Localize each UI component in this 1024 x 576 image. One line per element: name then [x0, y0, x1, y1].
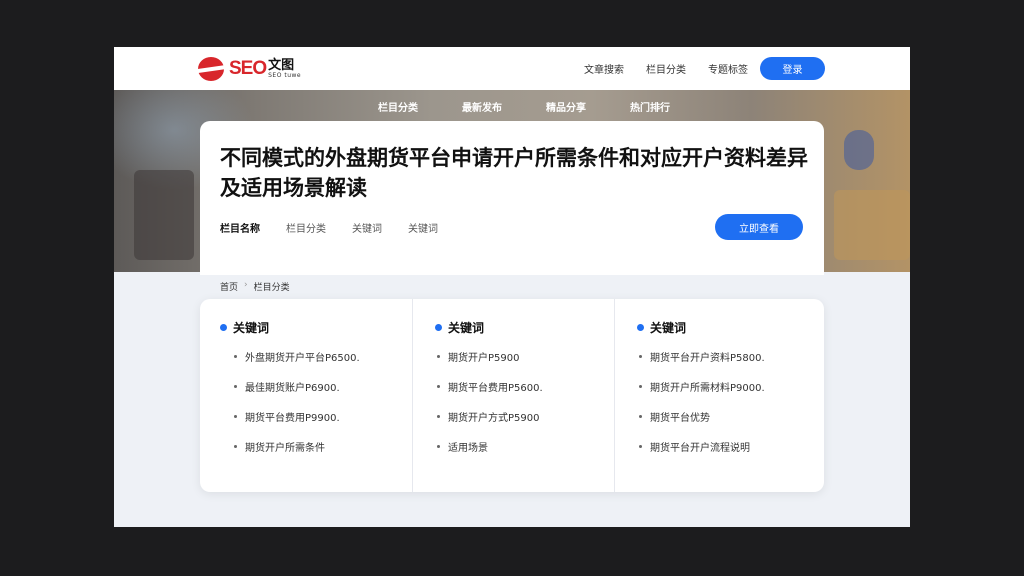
article-meta: 栏目名称 栏目分类 关键词 关键词 [220, 220, 438, 235]
list-item[interactable]: 期货平台开户流程说明 [639, 439, 765, 469]
meta-column-name[interactable]: 栏目名称 [220, 220, 260, 235]
list-item[interactable]: 适用场景 [437, 439, 543, 469]
category-tab-3[interactable]: 精品分享 [546, 99, 586, 120]
keyword-panel: 关键词 外盘期货开户平台P6500. 最佳期货账户P6900. 期货平台费用P9… [200, 299, 824, 492]
nav-link-1[interactable]: 文章搜索 [584, 61, 624, 76]
nav-link-2[interactable]: 栏目分类 [646, 61, 686, 76]
bullet-icon [437, 445, 440, 448]
article-card: 不同模式的外盘期货平台申请开户所需条件和对应开户资料差异及适用场景解读 栏目名称… [200, 121, 824, 275]
column-title: 关键词 [233, 321, 270, 335]
list-item[interactable]: 期货平台开户资料P5800. [639, 349, 765, 379]
bullet-icon [639, 385, 642, 388]
column-title: 关键词 [448, 321, 485, 335]
logo-cn-text: 文图 [268, 58, 295, 73]
column-title: 关键词 [650, 321, 687, 335]
breadcrumb: 首页 › 栏目分类 [220, 280, 290, 293]
list-item[interactable]: 期货平台优势 [639, 409, 765, 439]
bullet-icon [234, 355, 237, 358]
bullet-icon [234, 445, 237, 448]
header-cta-button[interactable]: 登录 [760, 57, 825, 80]
list-item[interactable]: 外盘期货开户平台P6500. [234, 349, 360, 379]
meta-keyword-1[interactable]: 关键词 [352, 220, 382, 235]
dot-icon [637, 324, 644, 331]
nav-link-3[interactable]: 专题标签 [708, 61, 748, 76]
keyword-column-3: 关键词 期货平台开户资料P5800. 期货开户所需材料P9000. 期货平台优势… [614, 299, 824, 492]
breadcrumb-category[interactable]: 栏目分类 [254, 280, 290, 293]
bullet-icon [234, 385, 237, 388]
keyword-column-2: 关键词 期货开户P5900 期货平台费用P5600. 期货开户方式P5900 适… [412, 299, 614, 492]
bullet-icon [639, 445, 642, 448]
list-item[interactable]: 期货开户所需条件 [234, 439, 360, 469]
list-item[interactable]: 期货平台费用P5600. [437, 379, 543, 409]
bullet-icon [639, 355, 642, 358]
browser-viewport: SEO 文图 SEO tuwe 文章搜索 栏目分类 专题标签 登录 栏目分类 最… [114, 47, 910, 527]
breadcrumb-home[interactable]: 首页 [220, 280, 238, 293]
bullet-icon [437, 355, 440, 358]
category-tab-2[interactable]: 最新发布 [462, 99, 502, 120]
logo-text: SEO [229, 58, 267, 79]
article-title: 不同模式的外盘期货平台申请开户所需条件和对应开户资料差异及适用场景解读 [220, 146, 808, 200]
bullet-icon [437, 415, 440, 418]
breadcrumb-separator: › [244, 280, 248, 290]
meta-category[interactable]: 栏目分类 [286, 220, 326, 235]
site-logo[interactable]: SEO 文图 SEO tuwe [195, 56, 302, 82]
keyword-column-1: 关键词 外盘期货开户平台P6500. 最佳期货账户P6900. 期货平台费用P9… [200, 299, 412, 492]
list-item[interactable]: 最佳期货账户P6900. [234, 379, 360, 409]
category-tab-4[interactable]: 热门排行 [630, 99, 670, 120]
site-header: SEO 文图 SEO tuwe 文章搜索 栏目分类 专题标签 登录 [114, 47, 910, 90]
logo-sub-text: SEO tuwe [268, 72, 302, 79]
bullet-icon [234, 415, 237, 418]
category-tab-1[interactable]: 栏目分类 [378, 99, 418, 120]
bullet-icon [437, 385, 440, 388]
category-nav: 栏目分类 最新发布 精品分享 热门排行 [114, 90, 910, 120]
header-nav: 文章搜索 栏目分类 专题标签 [584, 61, 748, 76]
view-now-button[interactable]: 立即查看 [715, 214, 803, 240]
dot-icon [435, 324, 442, 331]
list-item[interactable]: 期货平台费用P9900. [234, 409, 360, 439]
bullet-icon [639, 415, 642, 418]
list-item[interactable]: 期货开户P5900 [437, 349, 543, 379]
logo-icon [195, 56, 229, 82]
list-item[interactable]: 期货开户方式P5900 [437, 409, 543, 439]
dot-icon [220, 324, 227, 331]
meta-keyword-2[interactable]: 关键词 [408, 220, 438, 235]
list-item[interactable]: 期货开户所需材料P9000. [639, 379, 765, 409]
